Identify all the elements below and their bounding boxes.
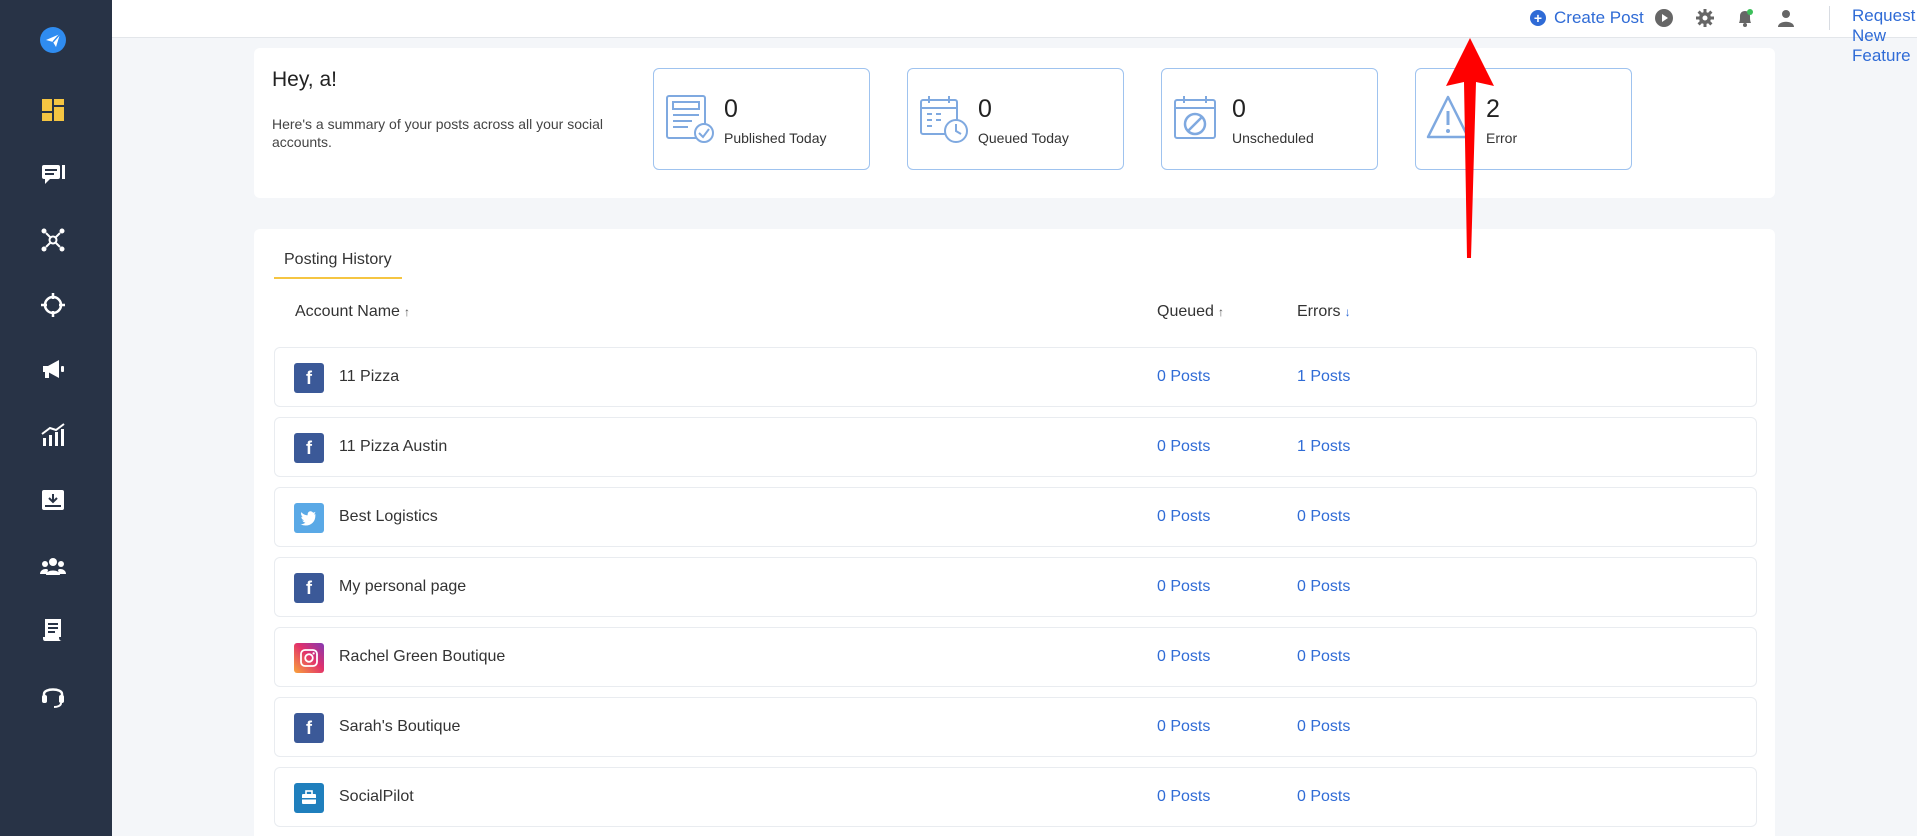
connections-icon[interactable] xyxy=(36,223,70,257)
top-bar: + Create Post Request New Feature xyxy=(112,0,1917,65)
play-icon[interactable] xyxy=(1652,6,1676,30)
stat-value: 2 xyxy=(1486,95,1500,123)
column-header-errors[interactable]: Errors ↓ xyxy=(1297,303,1351,321)
facebook-icon: f xyxy=(294,433,324,463)
column-label: Queued xyxy=(1157,303,1214,320)
error-posts-link[interactable]: 1 Posts xyxy=(1297,438,1350,456)
column-header-account-name[interactable]: Account Name ↑ xyxy=(295,303,410,321)
user-icon[interactable] xyxy=(1774,6,1798,30)
team-icon[interactable] xyxy=(36,549,70,583)
stat-unscheduled[interactable]: 0 Unscheduled xyxy=(1161,68,1378,170)
socialpilot-icon xyxy=(294,783,324,813)
account-name: Best Logistics xyxy=(339,508,438,525)
error-posts-link[interactable]: 1 Posts xyxy=(1297,368,1350,386)
megaphone-icon[interactable] xyxy=(36,352,70,386)
unscheduled-calendar-icon xyxy=(1174,96,1216,139)
account-name: Rachel Green Boutique xyxy=(339,648,506,665)
stat-value: 0 xyxy=(978,95,992,123)
column-label: Account Name xyxy=(295,303,400,320)
table-row[interactable]: f 11 Pizza 0 Posts 1 Posts xyxy=(274,347,1757,407)
table-row[interactable]: Best Logistics 0 Posts 0 Posts xyxy=(274,487,1757,547)
plus-circle-icon: + xyxy=(1530,10,1546,26)
queued-posts-link[interactable]: 0 Posts xyxy=(1157,508,1210,526)
twitter-icon xyxy=(294,503,324,533)
column-label: Errors xyxy=(1297,303,1341,320)
tab-posting-history[interactable]: Posting History xyxy=(274,251,402,279)
sort-up-icon: ↑ xyxy=(403,305,410,319)
greeting: Hey, a! xyxy=(272,68,337,91)
stat-label: Unscheduled xyxy=(1232,130,1314,146)
posting-history-card: Posting History Account Name ↑ Queued ↑ Er… xyxy=(254,229,1775,836)
queued-posts-link[interactable]: 0 Posts xyxy=(1157,788,1210,806)
facebook-icon: f xyxy=(294,573,324,603)
stat-queued-today[interactable]: 0 Queued Today xyxy=(907,68,1124,170)
stat-label: Error xyxy=(1486,130,1518,146)
stat-label: Published Today xyxy=(724,130,827,146)
stat-value: 0 xyxy=(724,95,738,123)
table-row[interactable]: f 11 Pizza Austin 0 Posts 1 Posts xyxy=(274,417,1757,477)
support-headset-icon[interactable] xyxy=(36,678,70,712)
send-logo-icon[interactable] xyxy=(36,23,70,57)
published-icon xyxy=(666,95,714,143)
top-divider xyxy=(1829,6,1830,30)
table-row[interactable]: f My personal page 0 Posts 0 Posts xyxy=(274,557,1757,617)
facebook-icon: f xyxy=(294,713,324,743)
stat-label: Queued Today xyxy=(978,130,1069,146)
stat-error[interactable]: 2 Error xyxy=(1415,68,1632,170)
queued-posts-link[interactable]: 0 Posts xyxy=(1157,578,1210,596)
instagram-icon xyxy=(294,643,324,673)
account-name: My personal page xyxy=(339,578,467,595)
create-post-button[interactable]: + Create Post xyxy=(1530,5,1644,31)
facebook-icon: f xyxy=(294,363,324,393)
table-row[interactable]: Rachel Green Boutique 0 Posts 0 Posts xyxy=(274,627,1757,687)
queued-calendar-icon xyxy=(920,96,968,143)
sidebar xyxy=(0,0,112,836)
queued-posts-link[interactable]: 0 Posts xyxy=(1157,368,1210,386)
request-feature-link[interactable]: Request New Feature xyxy=(1852,6,1917,66)
warning-icon xyxy=(1426,95,1470,139)
target-icon[interactable] xyxy=(36,288,70,322)
table-row[interactable]: f Sarah's Boutique 0 Posts 0 Posts xyxy=(274,697,1757,757)
inbox-icon[interactable] xyxy=(36,483,70,517)
account-name: SocialPilot xyxy=(339,788,414,805)
summary-card: Hey, a! Here's a summary of your posts a… xyxy=(254,48,1775,198)
table-row[interactable]: SocialPilot 0 Posts 0 Posts xyxy=(274,767,1757,827)
error-posts-link[interactable]: 0 Posts xyxy=(1297,578,1350,596)
queued-posts-link[interactable]: 0 Posts xyxy=(1157,438,1210,456)
error-posts-link[interactable]: 0 Posts xyxy=(1297,788,1350,806)
analytics-icon[interactable] xyxy=(36,418,70,452)
summary-description: Here's a summary of your posts across al… xyxy=(272,116,604,150)
queued-posts-link[interactable]: 0 Posts xyxy=(1157,648,1210,666)
sort-down-icon: ↓ xyxy=(1344,305,1351,319)
sort-up-icon: ↑ xyxy=(1217,305,1224,319)
queued-posts-link[interactable]: 0 Posts xyxy=(1157,718,1210,736)
column-header-queued[interactable]: Queued ↑ xyxy=(1157,303,1224,321)
stat-value: 0 xyxy=(1232,95,1246,123)
create-post-label: Create Post xyxy=(1554,8,1644,27)
error-posts-link[interactable]: 0 Posts xyxy=(1297,718,1350,736)
error-posts-link[interactable]: 0 Posts xyxy=(1297,508,1350,526)
stat-published-today[interactable]: 0 Published Today xyxy=(653,68,870,170)
account-name: Sarah's Boutique xyxy=(339,718,461,735)
account-name: 11 Pizza Austin xyxy=(339,438,448,455)
dashboard-icon[interactable] xyxy=(36,93,70,127)
content-library-icon[interactable] xyxy=(36,613,70,647)
account-name: 11 Pizza xyxy=(339,368,400,385)
bell-icon[interactable] xyxy=(1733,6,1757,30)
posts-icon[interactable] xyxy=(36,157,70,191)
gear-icon[interactable] xyxy=(1693,6,1717,30)
error-posts-link[interactable]: 0 Posts xyxy=(1297,648,1350,666)
